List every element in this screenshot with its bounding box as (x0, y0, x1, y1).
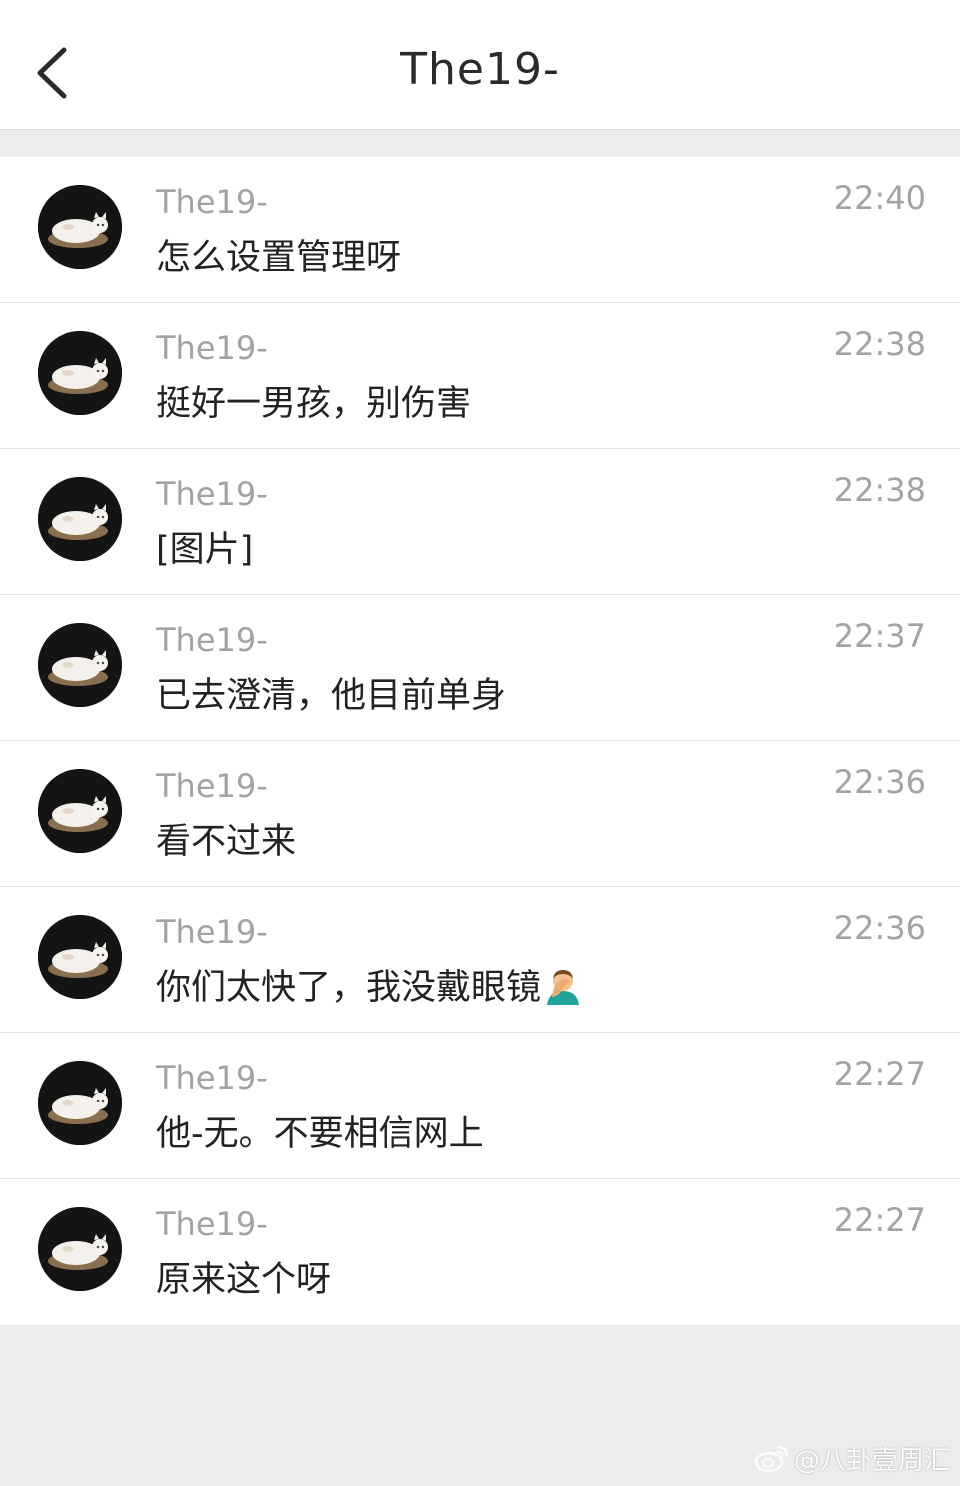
avatar[interactable] (38, 331, 122, 415)
list-item[interactable]: The19- 他-无。不要相信网上 22:27 (0, 1033, 960, 1179)
avatar[interactable] (38, 185, 122, 269)
message-time: 22:37 (833, 617, 926, 655)
cat-avatar-image (38, 915, 122, 999)
list-item[interactable]: The19- 你们太快了，我没戴眼镜 22:36 (0, 887, 960, 1033)
cat-avatar-image (38, 623, 122, 707)
sender-name: The19- (156, 183, 268, 221)
message-time: 22:36 (833, 909, 926, 947)
avatar[interactable] (38, 477, 122, 561)
sender-name: The19- (156, 621, 268, 659)
facepalm-emoji-icon (547, 970, 580, 1005)
sender-name: The19- (156, 913, 268, 951)
list-item[interactable]: The19- 原来这个呀 22:27 (0, 1179, 960, 1325)
message-time: 22:38 (833, 325, 926, 363)
list-item[interactable]: The19- 看不过来 22:36 (0, 741, 960, 887)
avatar[interactable] (38, 1207, 122, 1291)
sender-name: The19- (156, 1205, 268, 1243)
avatar[interactable] (38, 769, 122, 853)
watermark: @八卦壹周汇 (754, 1438, 950, 1478)
message-list: The19- 怎么设置管理呀 22:40 The19- 挺好一男孩，别伤害 22… (0, 157, 960, 1325)
sender-name: The19- (156, 329, 268, 367)
cat-avatar-image (38, 477, 122, 561)
message-time: 22:38 (833, 471, 926, 509)
cat-avatar-image (38, 1061, 122, 1145)
message-preview: 你们太快了，我没戴眼镜 (156, 959, 583, 1010)
message-text: 你们太快了，我没戴眼镜 (156, 968, 542, 1008)
message-preview: 看不过来 (156, 822, 297, 862)
sender-name: The19- (156, 767, 268, 805)
top-bar: The19- (0, 0, 960, 130)
message-time: 22:40 (833, 179, 926, 217)
avatar[interactable] (38, 623, 122, 707)
message-time: 22:27 (833, 1055, 926, 1093)
message-preview: 挺好一男孩，别伤害 (156, 384, 472, 424)
message-time: 22:27 (833, 1201, 926, 1239)
list-item[interactable]: The19- [图片] 22:38 (0, 449, 960, 595)
avatar[interactable] (38, 915, 122, 999)
message-preview: 他-无。不要相信网上 (156, 1114, 484, 1154)
watermark-text: @八卦壹周汇 (793, 1445, 950, 1476)
cat-avatar-image (38, 769, 122, 853)
cat-avatar-image (38, 1207, 122, 1291)
message-preview: 原来这个呀 (156, 1260, 332, 1300)
sender-name: The19- (156, 475, 268, 513)
cat-avatar-image (38, 331, 122, 415)
list-item[interactable]: The19- 已去澄清，他目前单身 22:37 (0, 595, 960, 741)
message-time: 22:36 (833, 763, 926, 801)
message-preview: 已去澄清，他目前单身 (156, 676, 507, 716)
sender-name: The19- (156, 1059, 268, 1097)
list-item[interactable]: The19- 挺好一男孩，别伤害 22:38 (0, 303, 960, 449)
message-preview: 怎么设置管理呀 (156, 238, 402, 278)
page-title: The19- (400, 44, 560, 95)
cat-avatar-image (38, 185, 122, 269)
weibo-logo-icon (754, 1445, 789, 1473)
message-preview: [图片] (156, 530, 254, 570)
avatar[interactable] (38, 1061, 122, 1145)
list-item[interactable]: The19- 怎么设置管理呀 22:40 (0, 157, 960, 303)
